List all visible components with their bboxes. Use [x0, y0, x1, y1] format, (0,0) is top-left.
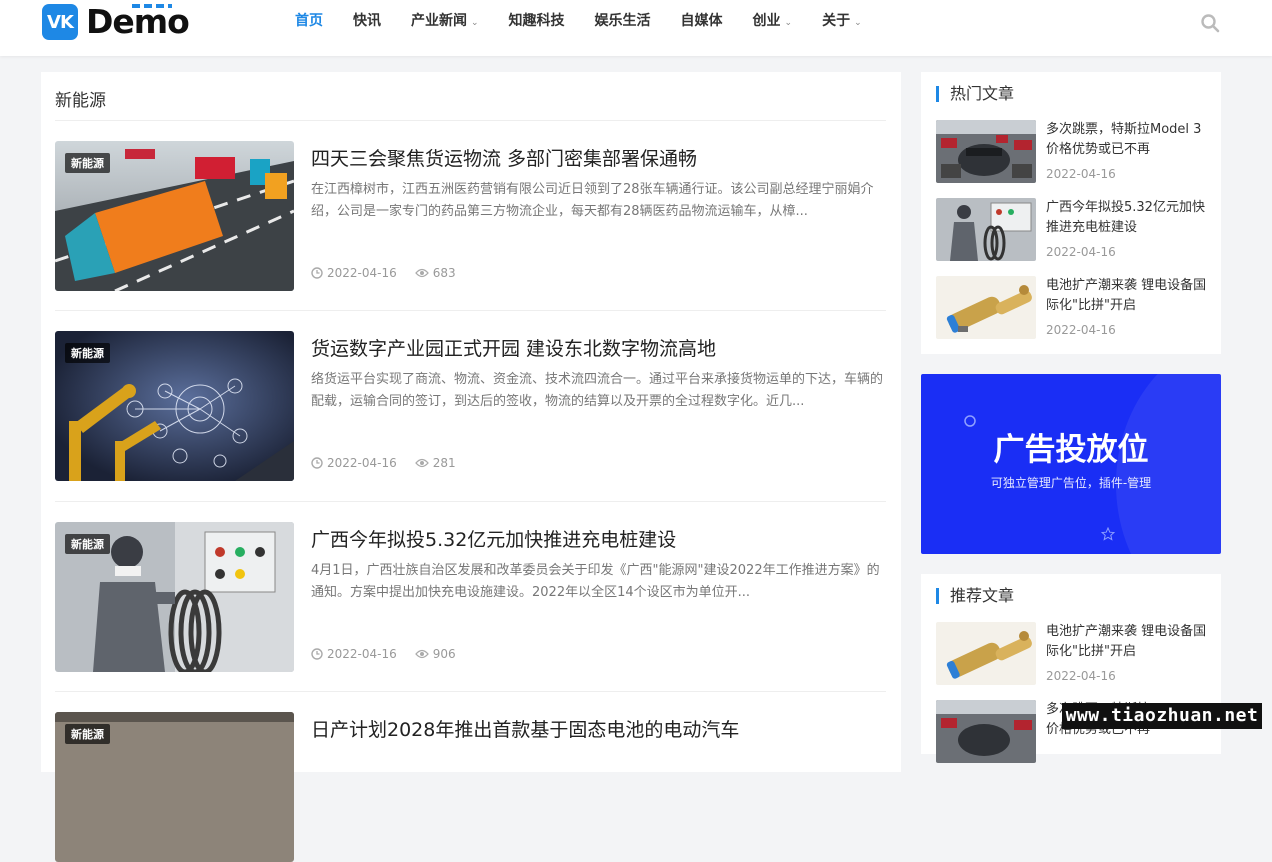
eye-icon [414, 649, 429, 659]
article-title[interactable]: 四天三会聚焦货运物流 多部门密集部署保通畅 [311, 144, 886, 171]
nav-item-startup[interactable]: 创业 ⌄ [738, 0, 808, 44]
article-thumbnail[interactable]: 新能源 [55, 712, 294, 862]
site-logo[interactable]: VK Demo [42, 2, 190, 41]
hot-article-item[interactable]: 电池扩产潮来袭 锂电设备国际化"比拼"开启 2022-04-16 [936, 276, 1206, 340]
article-item[interactable]: 新能源 日产计划2028年推出首款基于固态电池的电动汽车 [55, 712, 886, 862]
hot-article-date: 2022-04-16 [1046, 323, 1116, 337]
divider [55, 691, 886, 692]
hot-article-item[interactable]: 多次跳票，特斯拉Model 3价格优势或已不再 2022-04-16 [936, 120, 1206, 184]
star-icon [1101, 527, 1115, 541]
main-nav: 首页 快讯 产业新闻 ⌄ 知趣科技 娱乐生活 自媒体 创业 ⌄ 关于 ⌄ [280, 0, 877, 44]
hot-article-title[interactable]: 广西今年拟投5.32亿元加快推进充电桩建设 [1046, 198, 1211, 238]
chevron-down-icon: ⌄ [854, 18, 862, 28]
article-excerpt: 4月1日，广西壮族自治区发展和改革委员会关于印发《广西"能源网"建设2022年工… [311, 563, 880, 600]
hot-article-title[interactable]: 多次跳票，特斯拉Model 3价格优势或已不再 [1046, 120, 1211, 160]
logo-mark: VK [42, 4, 78, 40]
article-thumbnail[interactable] [936, 622, 1036, 685]
divider [55, 120, 886, 121]
article-thumbnail[interactable]: 新能源 [55, 331, 294, 481]
hot-article-date: 2022-04-16 [1046, 167, 1116, 181]
nav-item-home[interactable]: 首页 [280, 0, 338, 44]
eye-icon [414, 268, 429, 278]
divider [55, 501, 886, 502]
nav-item-tech[interactable]: 知趣科技 [494, 0, 580, 44]
article-thumbnail[interactable] [936, 198, 1036, 261]
article-item[interactable]: 新能源 四天三会聚焦货运物流 多部门密集部署保通畅 在江西樟树市，江西五洲医药营… [55, 141, 886, 291]
category-tag: 新能源 [65, 153, 110, 173]
article-date: 2022-04-16 [327, 647, 397, 661]
article-views: 906 [432, 647, 456, 661]
clock-icon [311, 457, 323, 469]
chevron-down-icon: ⌄ [471, 18, 479, 28]
logo-text: Demo [86, 2, 190, 41]
watermark: www.tiaozhuan.net [1062, 703, 1262, 729]
hot-article-item[interactable]: 广西今年拟投5.32亿元加快推进充电桩建设 2022-04-16 [936, 198, 1206, 262]
article-excerpt: 络货运平台实现了商流、物流、资金流、技术流四流合一。通过平台来承接货物运单的下达… [311, 372, 884, 409]
chevron-down-icon: ⌄ [784, 18, 793, 28]
nav-item-flash[interactable]: 快讯 [338, 0, 396, 44]
site-header: VK Demo 首页 快讯 产业新闻 ⌄ 知趣科技 娱乐生活 自媒体 创业 ⌄ 关于… [0, 0, 1272, 56]
search-icon[interactable] [1200, 13, 1220, 33]
article-thumbnail[interactable] [936, 120, 1036, 183]
article-title[interactable]: 货运数字产业园正式开园 建设东北数字物流高地 [311, 334, 886, 361]
clock-icon [311, 267, 323, 279]
category-title: 新能源 [55, 91, 106, 111]
category-tag: 新能源 [65, 534, 110, 554]
article-list-panel: 新能源 新能源 四天三会聚焦货运物流 多部门密集部署保通畅 在江西樟树市，江西五… [41, 72, 901, 862]
nav-item-entertainment[interactable]: 娱乐生活 [580, 0, 666, 44]
article-title[interactable]: 日产计划2028年推出首款基于固态电池的电动汽车 [311, 715, 886, 742]
article-title[interactable]: 广西今年拟投5.32亿元加快推进充电桩建设 [311, 525, 886, 552]
article-thumbnail[interactable] [936, 700, 1036, 763]
category-tag: 新能源 [65, 343, 110, 363]
recommended-article-date: 2022-04-16 [1046, 669, 1116, 683]
eye-icon [414, 458, 429, 468]
article-views: 683 [432, 266, 456, 280]
ad-subtitle: 可独立管理广告位，插件-管理 [990, 476, 1152, 490]
recommended-article-item[interactable]: 电池扩产潮来袭 锂电设备国际化"比拼"开启 2022-04-16 [936, 622, 1206, 686]
ad-banner[interactable]: 广告投放位 可独立管理广告位，插件-管理 [921, 374, 1221, 554]
article-meta: 2022-04-16 906 [311, 647, 474, 661]
nav-item-we-media[interactable]: 自媒体 [666, 0, 738, 44]
hot-articles-widget: 热门文章 多次跳票，特斯拉Model 3价格优势或已不再 2022-04-16 [921, 72, 1221, 354]
widget-title: 热门文章 [936, 86, 1014, 102]
nav-item-about[interactable]: 关于 ⌄ [807, 0, 877, 44]
nav-item-industry-news[interactable]: 产业新闻 ⌄ [396, 0, 494, 44]
article-item[interactable]: 新能源 货运数字产业园正式开园 建设东北数字物流高地 络货运平台实现了商流、物流… [55, 331, 886, 481]
article-meta: 2022-04-16 281 [311, 456, 474, 470]
article-date: 2022-04-16 [327, 266, 397, 280]
category-tag: 新能源 [65, 724, 110, 744]
divider [55, 310, 886, 311]
article-excerpt: 在江西樟树市，江西五洲医药营销有限公司近日领到了28张车辆通行证。该公司副总经理… [311, 182, 874, 219]
article-thumbnail[interactable]: 新能源 [55, 141, 294, 291]
ad-title: 广告投放位 [993, 432, 1149, 468]
article-date: 2022-04-16 [327, 456, 397, 470]
article-meta: 2022-04-16 683 [311, 266, 474, 280]
recommended-article-title[interactable]: 电池扩产潮来袭 锂电设备国际化"比拼"开启 [1046, 622, 1211, 662]
article-views: 281 [432, 456, 456, 470]
clock-icon [311, 648, 323, 660]
article-thumbnail[interactable]: 新能源 [55, 522, 294, 672]
widget-title: 推荐文章 [936, 588, 1014, 604]
hot-article-date: 2022-04-16 [1046, 245, 1116, 259]
hot-article-title[interactable]: 电池扩产潮来袭 锂电设备国际化"比拼"开启 [1046, 276, 1211, 316]
article-thumbnail[interactable] [936, 276, 1036, 339]
article-item[interactable]: 新能源 广西今年拟投5.32亿元加快推进充电桩建设 4月1日，广西壮族自治区发展… [55, 522, 886, 672]
